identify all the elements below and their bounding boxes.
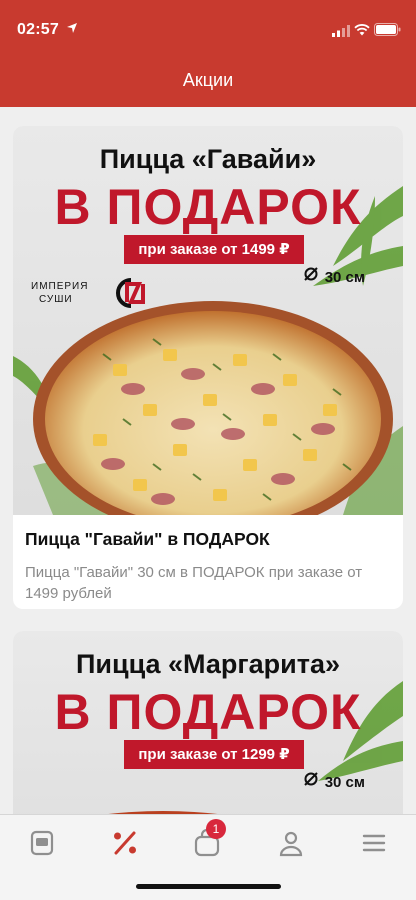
tab-cart[interactable]: 1 (188, 819, 228, 859)
pizza-image (33, 301, 393, 515)
battery-icon (374, 23, 401, 41)
banner-condition: при заказе от 1299 ₽ (124, 740, 304, 769)
banner-headline: Пицца «Гавайи» (99, 144, 317, 174)
profile-icon (279, 831, 303, 857)
promo-card[interactable]: Пицца «Гавайи» В ПОДАРОК при заказе от 1… (13, 126, 403, 609)
cellular-signal-icon (332, 24, 350, 42)
menu-icon (30, 830, 54, 856)
tab-more[interactable] (354, 827, 394, 859)
tab-menu[interactable] (22, 827, 62, 859)
promo-card[interactable]: Пицца «Маргарита» В ПОДАРОК при заказе о… (13, 631, 403, 814)
wifi-icon (354, 23, 370, 41)
promo-banner[interactable]: Пицца «Гавайи» В ПОДАРОК при заказе от 1… (13, 126, 403, 515)
page-title: Акции (182, 70, 234, 90)
banner-condition: при заказе от 1499 ₽ (124, 235, 304, 264)
status-bar: 02:57 (0, 0, 416, 56)
banner-headline: Пицца «Маргарита» (75, 649, 340, 679)
hamburger-icon (362, 834, 386, 852)
home-indicator[interactable] (136, 884, 281, 889)
brand-line: ИМПЕРИЯ (31, 281, 89, 292)
promo-title: Пицца "Гавайи" в ПОДАРОК (25, 529, 270, 549)
promo-banner[interactable]: Пицца «Маргарита» В ПОДАРОК при заказе о… (13, 631, 403, 814)
banner-gift-label: В ПОДАРОК (54, 684, 362, 740)
banner-size: 30 см (303, 266, 365, 286)
banner-gift-label: В ПОДАРОК (54, 179, 362, 235)
promo-description: Пицца "Гавайи" 30 см в ПОДАРОК при заказ… (25, 564, 363, 602)
status-time: 02:57 (17, 21, 59, 38)
tab-promotions[interactable] (105, 827, 145, 859)
promotions-list[interactable]: Пицца «Гавайи» В ПОДАРОК при заказе от 1… (0, 107, 416, 814)
cart-badge: 1 (206, 819, 226, 839)
banner-size-value: 30 см (324, 269, 365, 286)
location-arrow-icon (66, 22, 78, 37)
percent-icon (114, 831, 136, 855)
pizza-image (108, 811, 218, 814)
diameter-icon (303, 266, 319, 286)
app-header: 02:57 Акции (0, 0, 416, 107)
tab-profile[interactable] (271, 827, 311, 859)
